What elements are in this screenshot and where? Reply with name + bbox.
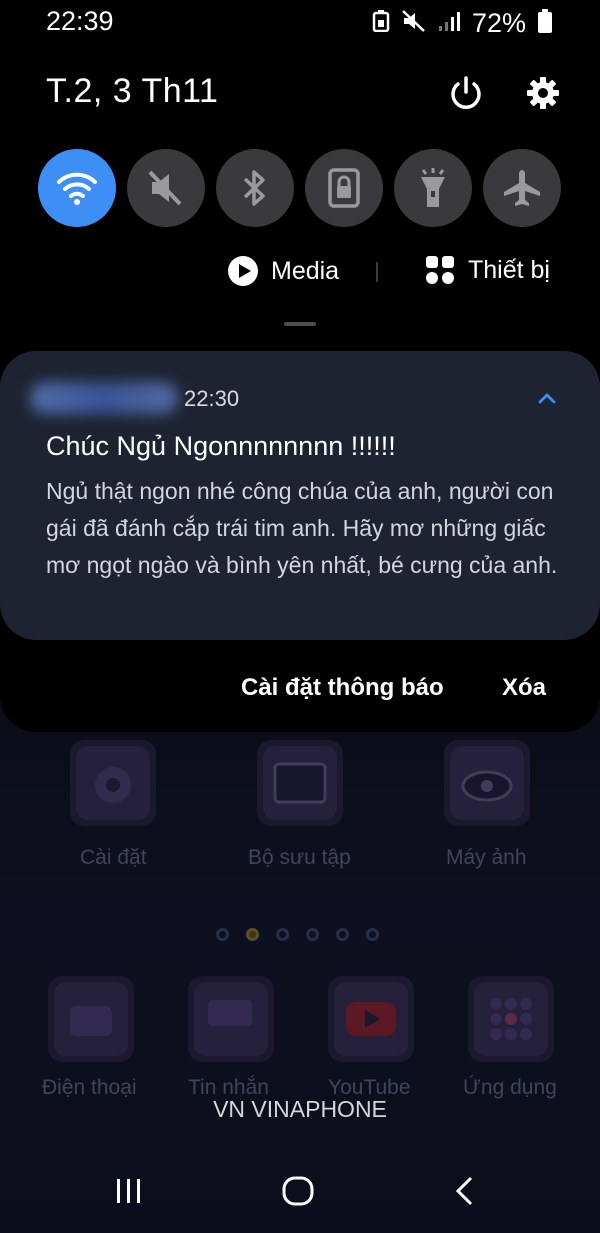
youtube-app-icon[interactable] [328,976,414,1062]
page-dot [216,928,229,941]
recent-apps-button[interactable] [114,1176,144,1206]
battery-percent: 72% [471,8,526,38]
media-button[interactable]: Media [227,255,339,287]
status-time: 22:39 [46,6,114,36]
airplane-icon [504,170,540,206]
lock-rotation-icon [328,168,360,208]
wifi-icon [57,172,97,205]
home-screen-background: Cài đặt Bộ sưu tập Máy ảnh Điện thoại Ti… [0,700,600,1233]
notification-title: Chúc Ngủ Ngonnnnnnnn !!!!!! [46,431,396,461]
home-button[interactable] [281,1174,315,1208]
flashlight-toggle[interactable] [394,149,472,227]
bluetooth-icon [243,170,265,206]
page-dot [366,928,379,941]
notification-body: Ngủ thật ngon nhé công chúa của anh, ngư… [46,478,558,578]
navigation-bar [0,1170,600,1210]
media-label: Media [271,256,340,285]
collapse-button[interactable] [534,387,560,409]
mute-icon [402,10,426,37]
notification-settings-button[interactable]: Cài đặt thông báo [241,674,444,702]
settings-button[interactable] [522,72,564,114]
wifi-toggle[interactable] [38,149,116,227]
app-label-camera: Máy ảnh [446,846,527,869]
screen-lock-toggle[interactable] [305,149,383,227]
app-label-gallery: Bộ sưu tập [248,846,351,869]
page-dot [276,928,289,941]
flashlight-icon [421,168,445,207]
mute-icon [148,170,182,206]
carrier-label: VN VINAPHONE [213,1096,387,1122]
quick-settings-toggles [38,149,561,227]
notification-card[interactable]: 22:30 Chúc Ngủ Ngonnnnnnnn !!!!!! Ngủ th… [0,351,600,640]
notification-group: 22:30 Chúc Ngủ Ngonnnnnnnn !!!!!! Ngủ th… [0,351,600,732]
gallery-app-icon[interactable] [257,740,343,826]
clear-button[interactable]: Xóa [502,674,546,702]
divider [376,262,378,282]
devices-label: Thiết bị [468,255,550,284]
camera-app-icon[interactable] [444,740,530,826]
signal-icon [438,10,460,37]
airplane-toggle[interactable] [483,149,561,227]
devices-grid-icon [426,256,454,284]
status-icons: 72% [372,8,552,39]
gear-icon [527,77,559,109]
sound-toggle[interactable] [127,149,205,227]
devices-button[interactable]: Thiết bị [425,255,550,285]
notification-time: 22:30 [184,386,240,411]
settings-app-icon[interactable] [70,740,156,826]
app-label-settings: Cài đặt [80,846,147,869]
notification-shade: Cài đặt Bộ sưu tập Máy ảnh Điện thoại Ti… [0,0,600,1233]
back-button[interactable] [452,1175,478,1207]
bluetooth-toggle[interactable] [216,149,294,227]
battery-icon [538,9,552,38]
phone-app-icon[interactable] [48,976,134,1062]
page-dot [306,928,319,941]
chevron-up-icon [538,393,556,404]
play-icon [228,256,258,286]
page-dot [336,928,349,941]
sender-name-redacted [30,382,178,414]
page-dot-active [246,928,259,941]
apps-drawer-icon[interactable] [468,976,554,1062]
date-label: T.2, 3 Th11 [46,72,219,110]
messages-app-icon[interactable] [188,976,274,1062]
drag-handle[interactable] [284,322,316,326]
power-button[interactable] [445,72,487,114]
page-indicator [216,928,379,941]
battery-saver-icon [372,10,390,37]
power-icon [451,76,481,109]
